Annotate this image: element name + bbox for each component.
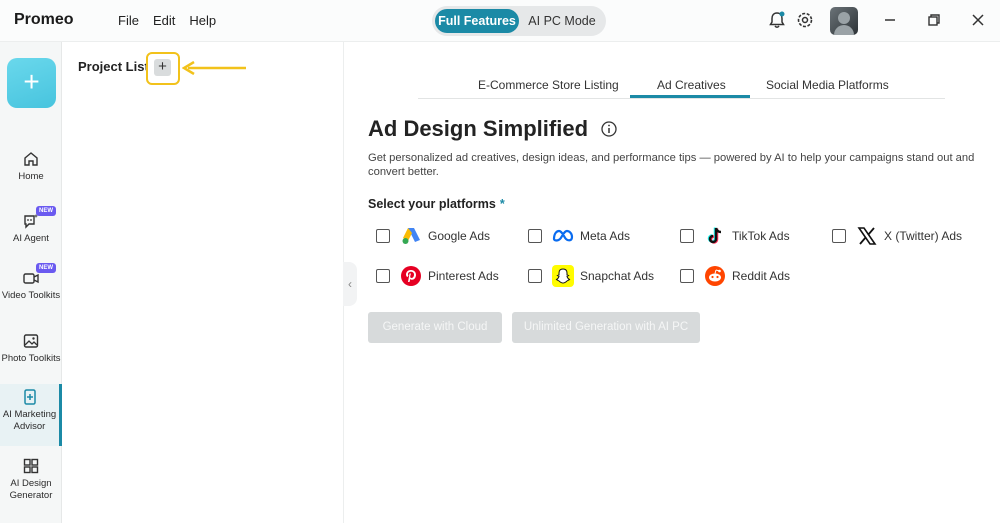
menu-file[interactable]: File <box>118 13 139 28</box>
design-generator-icon <box>23 458 39 474</box>
annotation-arrow-icon <box>182 61 246 75</box>
page-description: Get personalized ad creatives, design id… <box>368 152 975 178</box>
marketing-advisor-icon <box>23 389 36 405</box>
platform-google-ads[interactable]: Google Ads <box>376 224 490 248</box>
nav-ai-agent-label: AI Agent <box>13 233 49 244</box>
platforms-label: Select your platforms * <box>368 197 505 211</box>
close-window-icon[interactable] <box>968 10 988 30</box>
reddit-ads-label: Reddit Ads <box>732 269 791 283</box>
tab-bar: E-Commerce Store Listing Ad Creatives So… <box>418 69 945 99</box>
x-twitter-ads-checkbox[interactable] <box>832 229 846 243</box>
tiktok-icon <box>707 227 722 244</box>
restore-window-icon[interactable] <box>924 10 944 30</box>
platform-tiktok-ads[interactable]: TikTok Ads <box>680 224 790 248</box>
add-project-highlight: + <box>146 52 180 85</box>
tab-social-media-platforms[interactable]: Social Media Platforms <box>766 78 889 92</box>
google-ads-label: Google Ads <box>428 229 491 243</box>
project-list-title: Project List <box>78 59 149 74</box>
info-icon[interactable] <box>600 120 618 138</box>
app-name: Promeo <box>14 11 74 28</box>
tab-ad-creatives[interactable]: Ad Creatives <box>657 78 726 92</box>
title-bar: Promeo File Edit Help Full Features AI P… <box>0 0 1000 42</box>
x-twitter-ads-label: X (Twitter) Ads <box>884 229 963 243</box>
unlimited-generation-ai-pc-button[interactable]: Unlimited Generation with AI PC <box>512 312 700 343</box>
nav-video-toolkits-label: Video Toolkits <box>1 290 61 301</box>
platform-pinterest-ads[interactable]: Pinterest Ads <box>376 264 499 288</box>
platform-snapchat-ads[interactable]: Snapchat Ads <box>528 264 654 288</box>
nav-video-toolkits[interactable]: NEW Video Toolkits <box>0 263 62 302</box>
nav-ai-marketing-advisor[interactable]: AI Marketing Advisor <box>0 384 62 446</box>
main-content: E-Commerce Store Listing Ad Creatives So… <box>345 42 1000 523</box>
menu-edit[interactable]: Edit <box>153 13 175 28</box>
meta-ads-checkbox[interactable] <box>528 229 542 243</box>
pinterest-ads-checkbox[interactable] <box>376 269 390 283</box>
platform-meta-ads[interactable]: Meta Ads <box>528 224 630 248</box>
snapchat-icon <box>552 265 574 287</box>
required-mark: * <box>499 197 505 211</box>
user-avatar[interactable] <box>830 7 858 35</box>
google-ads-checkbox[interactable] <box>376 229 390 243</box>
tab-ecommerce-store-listing[interactable]: E-Commerce Store Listing <box>478 78 619 92</box>
ai-pc-mode-button[interactable]: AI PC Mode <box>522 9 602 33</box>
generate-with-cloud-button[interactable]: Generate with Cloud <box>368 312 502 343</box>
page-title: Ad Design Simplified <box>368 116 589 141</box>
nav-photo-toolkits-label: Photo Toolkits <box>1 353 61 364</box>
add-project-button[interactable]: + <box>154 59 171 76</box>
nav-ai-design-generator-label: AI Design Generator <box>9 478 53 501</box>
tiktok-ads-checkbox[interactable] <box>680 229 694 243</box>
home-icon <box>24 152 38 166</box>
snapchat-ads-checkbox[interactable] <box>528 269 542 283</box>
snapchat-ads-label: Snapchat Ads <box>580 269 655 283</box>
menu-help[interactable]: Help <box>189 13 216 28</box>
platforms-label-text: Select your platforms <box>368 197 496 211</box>
menu-bar: File Edit Help <box>118 13 216 28</box>
full-features-button[interactable]: Full Features <box>435 9 519 33</box>
reddit-icon <box>705 266 725 286</box>
platform-reddit-ads[interactable]: Reddit Ads <box>680 264 790 288</box>
settings-gear-icon[interactable] <box>795 10 815 30</box>
minimize-icon[interactable] <box>880 10 900 30</box>
platform-x-twitter-ads[interactable]: X (Twitter) Ads <box>832 224 962 248</box>
project-panel: Project List + <box>62 42 344 523</box>
photo-icon <box>23 334 39 348</box>
nav-ai-marketing-advisor-label: AI Marketing Advisor <box>2 409 57 432</box>
meta-icon <box>552 229 574 242</box>
nav-home-label: Home <box>18 171 44 182</box>
nav-photo-toolkits[interactable]: Photo Toolkits <box>0 332 62 365</box>
nav-ai-agent[interactable]: NEW AI Agent <box>0 206 62 245</box>
meta-ads-label: Meta Ads <box>580 229 631 243</box>
google-ads-icon <box>402 228 420 244</box>
mode-toggle: Full Features AI PC Mode <box>432 6 606 36</box>
x-icon <box>857 227 877 245</box>
create-new-button[interactable]: + <box>7 58 56 108</box>
active-tab-indicator <box>630 95 750 98</box>
notification-bell-icon[interactable] <box>767 10 787 30</box>
nav-ai-design-generator[interactable]: AI Design Generator <box>0 457 62 502</box>
reddit-ads-checkbox[interactable] <box>680 269 694 283</box>
new-badge: NEW <box>36 206 56 216</box>
pinterest-ads-label: Pinterest Ads <box>428 269 499 283</box>
nav-home[interactable]: Home <box>0 150 62 183</box>
left-navigation-rail: + Home NEW AI Agent NEW Video Toolkits P… <box>0 42 62 523</box>
pinterest-icon <box>401 266 421 286</box>
tiktok-ads-label: TikTok Ads <box>732 229 790 243</box>
new-badge: NEW <box>36 263 56 273</box>
